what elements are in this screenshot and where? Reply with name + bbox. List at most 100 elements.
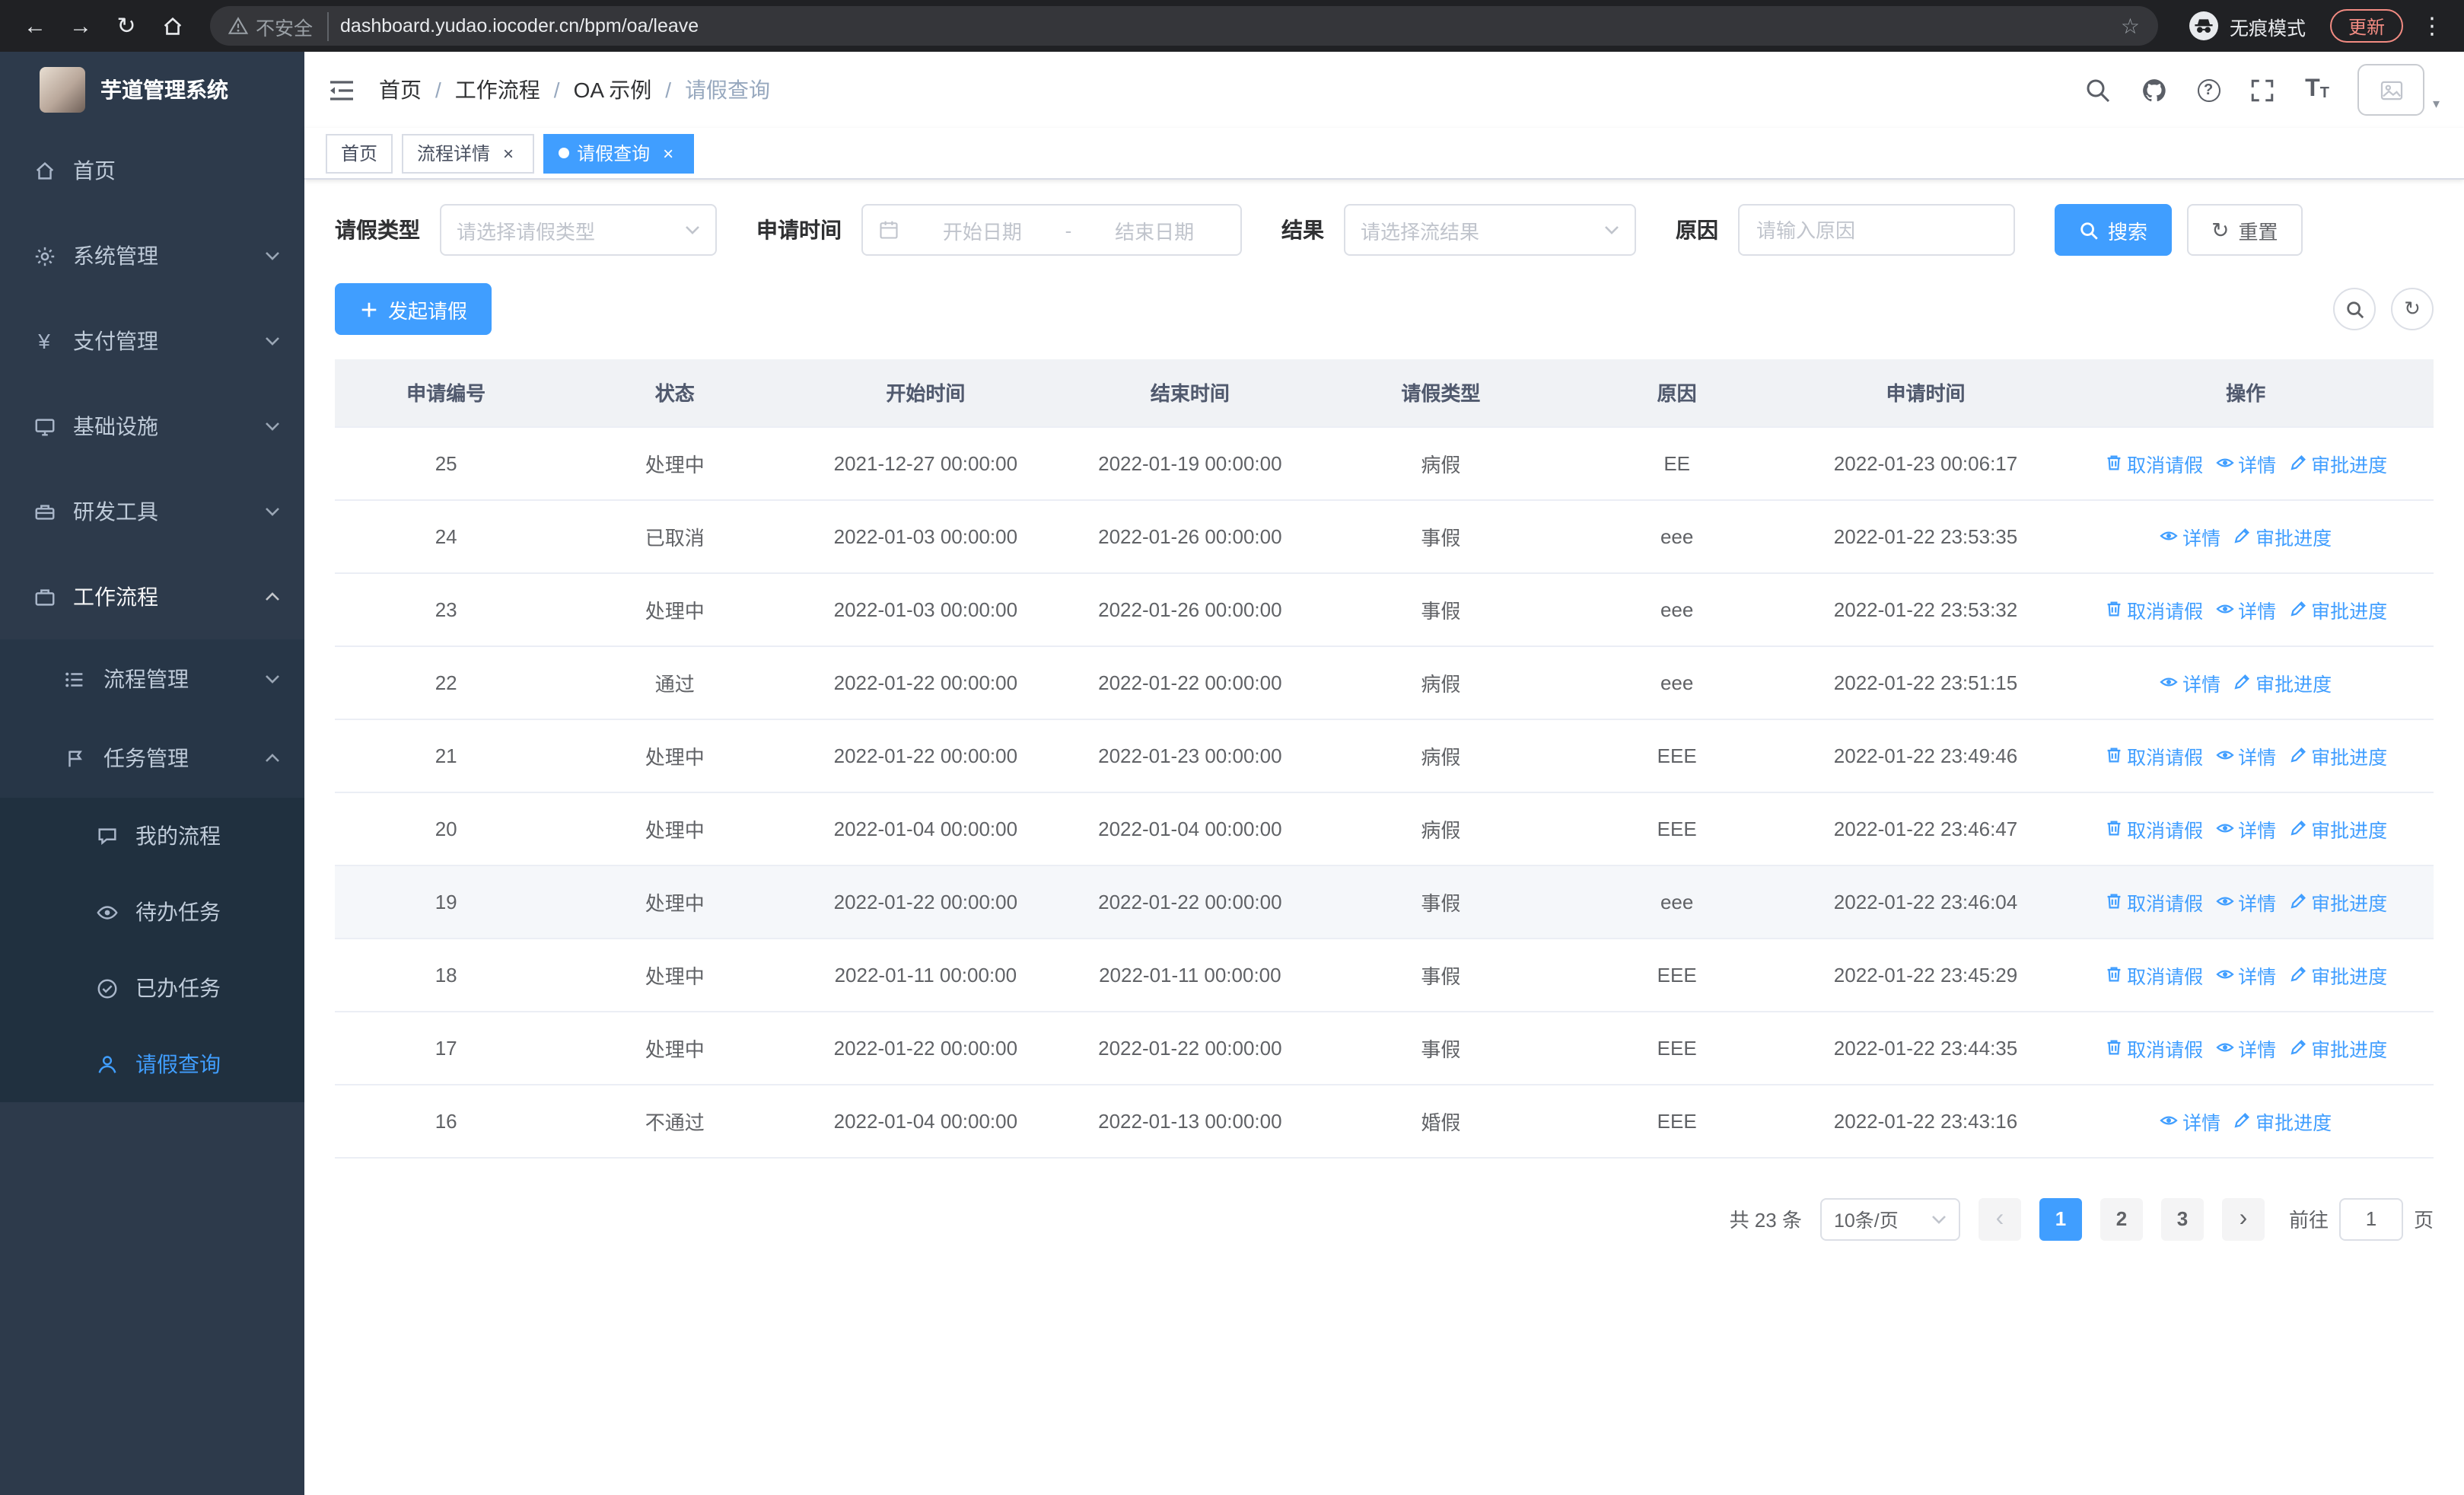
action-label: 审批进度: [2255, 528, 2332, 549]
eye-icon: [2215, 454, 2233, 472]
detail-link[interactable]: 详情: [2160, 668, 2220, 696]
cell-start-time: 2022-01-22 00:00:00: [792, 865, 1059, 939]
result-select[interactable]: 请选择流结果: [1344, 204, 1636, 256]
cancel-leave-link[interactable]: 取消请假: [2104, 594, 2203, 623]
sidebar-item-todo-tasks[interactable]: 待办任务: [0, 874, 304, 950]
browser-reload-icon[interactable]: ↻: [107, 6, 146, 46]
detail-link[interactable]: 详情: [2215, 594, 2276, 623]
create-leave-button[interactable]: 发起请假: [335, 283, 492, 335]
progress-link[interactable]: 审批进度: [2233, 668, 2332, 696]
search-icon[interactable]: [2084, 76, 2112, 104]
browser-update-button[interactable]: 更新: [2329, 9, 2403, 43]
search-button[interactable]: 搜索: [2055, 204, 2173, 256]
cell-apply-id: 24: [335, 499, 558, 573]
close-tab-icon[interactable]: ×: [657, 142, 679, 164]
sidebar-item-my-processes[interactable]: 我的流程: [0, 798, 304, 874]
detail-link[interactable]: 详情: [2215, 741, 2276, 770]
browser-menu-icon[interactable]: ⋮: [2415, 12, 2449, 40]
sidebar-item-leave-query[interactable]: 请假查询: [0, 1026, 304, 1102]
cancel-leave-link[interactable]: 取消请假: [2104, 448, 2203, 477]
detail-link[interactable]: 详情: [2160, 1106, 2220, 1135]
table-toolbar: 发起请假 ↻: [335, 283, 2434, 335]
cell-apply-id: 25: [335, 426, 558, 500]
chevron-up-icon: [266, 592, 279, 601]
browser-home-icon[interactable]: [152, 6, 192, 46]
app-logo[interactable]: 芋道管理系统: [0, 52, 304, 128]
progress-link[interactable]: 审批进度: [2288, 594, 2387, 623]
cell-actions: 详情 审批进度: [2058, 499, 2434, 573]
address-bar[interactable]: 不安全 dashboard.yudao.iocoder.cn/bpm/oa/le…: [210, 6, 2158, 46]
progress-link[interactable]: 审批进度: [2288, 448, 2387, 477]
font-size-icon[interactable]: TT: [2305, 77, 2329, 102]
help-icon[interactable]: ?: [2197, 78, 2220, 101]
page-size-select[interactable]: 10条/页: [1819, 1197, 1960, 1240]
breadcrumb-home[interactable]: 首页: [379, 75, 422, 105]
reset-button[interactable]: ↻ 重置: [2187, 204, 2303, 256]
user-menu[interactable]: ▾: [2357, 64, 2440, 116]
sidebar-item-done-tasks[interactable]: 已办任务: [0, 950, 304, 1026]
sidebar-toggle-icon[interactable]: [304, 78, 379, 101]
detail-link[interactable]: 详情: [2160, 521, 2220, 550]
detail-link[interactable]: 详情: [2215, 814, 2276, 843]
github-icon[interactable]: [2141, 76, 2168, 104]
progress-link[interactable]: 审批进度: [2288, 960, 2387, 989]
cancel-leave-link[interactable]: 取消请假: [2104, 1033, 2203, 1062]
cell-actions: 取消请假 详情 审批进度: [2058, 426, 2434, 500]
fullscreen-icon[interactable]: [2249, 76, 2276, 104]
reason-input[interactable]: [1738, 204, 2015, 256]
cell-status: 已取消: [557, 499, 793, 573]
refresh-table-button[interactable]: ↻: [2391, 288, 2434, 330]
tab-process-detail[interactable]: 流程详情 ×: [402, 133, 535, 173]
sidebar-item-payment[interactable]: ¥ 支付管理: [0, 298, 304, 384]
sidebar-item-infrastructure[interactable]: 基础设施: [0, 384, 304, 469]
next-page-button[interactable]: ›: [2221, 1197, 2265, 1240]
action-label: 详情: [2238, 747, 2277, 768]
sidebar-item-workflow[interactable]: 工作流程: [0, 554, 304, 639]
browser-back-icon[interactable]: ←: [15, 6, 55, 46]
detail-link[interactable]: 详情: [2215, 887, 2276, 916]
cancel-leave-link[interactable]: 取消请假: [2104, 887, 2203, 916]
apply-time-range-picker[interactable]: 开始日期 - 结束日期: [861, 204, 1242, 256]
cancel-leave-link[interactable]: 取消请假: [2104, 960, 2203, 989]
action-label: 详情: [2182, 528, 2221, 549]
url-text[interactable]: dashboard.yudao.iocoder.cn/bpm/oa/leave: [340, 15, 2109, 37]
detail-link[interactable]: 详情: [2215, 1033, 2276, 1062]
leave-type-select[interactable]: 请选择请假类型: [440, 204, 717, 256]
incognito-badge: 无痕模式: [2176, 11, 2318, 41]
tab-home[interactable]: 首页: [326, 133, 393, 173]
detail-link[interactable]: 详情: [2215, 960, 2276, 989]
close-tab-icon[interactable]: ×: [498, 142, 519, 164]
page-button-3[interactable]: 3: [2160, 1197, 2204, 1240]
cancel-leave-link[interactable]: 取消请假: [2104, 814, 2203, 843]
sidebar-item-system[interactable]: 系统管理: [0, 213, 304, 298]
progress-link[interactable]: 审批进度: [2288, 887, 2387, 916]
page-button-2[interactable]: 2: [2099, 1197, 2143, 1240]
tab-leave-query[interactable]: 请假查询 ×: [543, 133, 695, 173]
progress-link[interactable]: 审批进度: [2233, 521, 2332, 550]
breadcrumb-oa-example[interactable]: OA 示例: [574, 75, 652, 105]
sidebar-item-home[interactable]: 首页: [0, 128, 304, 213]
sidebar-item-label: 任务管理: [103, 746, 189, 770]
detail-link[interactable]: 详情: [2215, 448, 2276, 477]
bookmark-star-icon[interactable]: ☆: [2121, 13, 2140, 39]
progress-link[interactable]: 审批进度: [2288, 1033, 2387, 1062]
toggle-search-button[interactable]: [2333, 288, 2376, 330]
cancel-leave-link[interactable]: 取消请假: [2104, 741, 2203, 770]
sidebar-item-process-mgmt[interactable]: 流程管理: [0, 639, 304, 719]
browser-forward-icon[interactable]: →: [61, 6, 100, 46]
progress-link[interactable]: 审批进度: [2288, 814, 2387, 843]
sidebar-item-devtools[interactable]: 研发工具: [0, 469, 304, 554]
delete-icon: [2104, 965, 2122, 983]
breadcrumb: 首页 / 工作流程 / OA 示例 / 请假查询: [379, 75, 770, 105]
security-warning[interactable]: 不安全: [228, 11, 329, 40]
prev-page-button[interactable]: ‹: [1978, 1197, 2021, 1240]
progress-link[interactable]: 审批进度: [2288, 741, 2387, 770]
cell-apply-id: 21: [335, 719, 558, 792]
breadcrumb-workflow[interactable]: 工作流程: [455, 75, 540, 105]
page-button-1[interactable]: 1: [2039, 1197, 2082, 1240]
sidebar-item-task-mgmt[interactable]: 任务管理: [0, 719, 304, 798]
progress-link[interactable]: 审批进度: [2233, 1106, 2332, 1135]
goto-page-input[interactable]: [2338, 1197, 2403, 1240]
col-start-time: 开始时间: [792, 359, 1059, 427]
action-label: 取消请假: [2127, 747, 2204, 768]
